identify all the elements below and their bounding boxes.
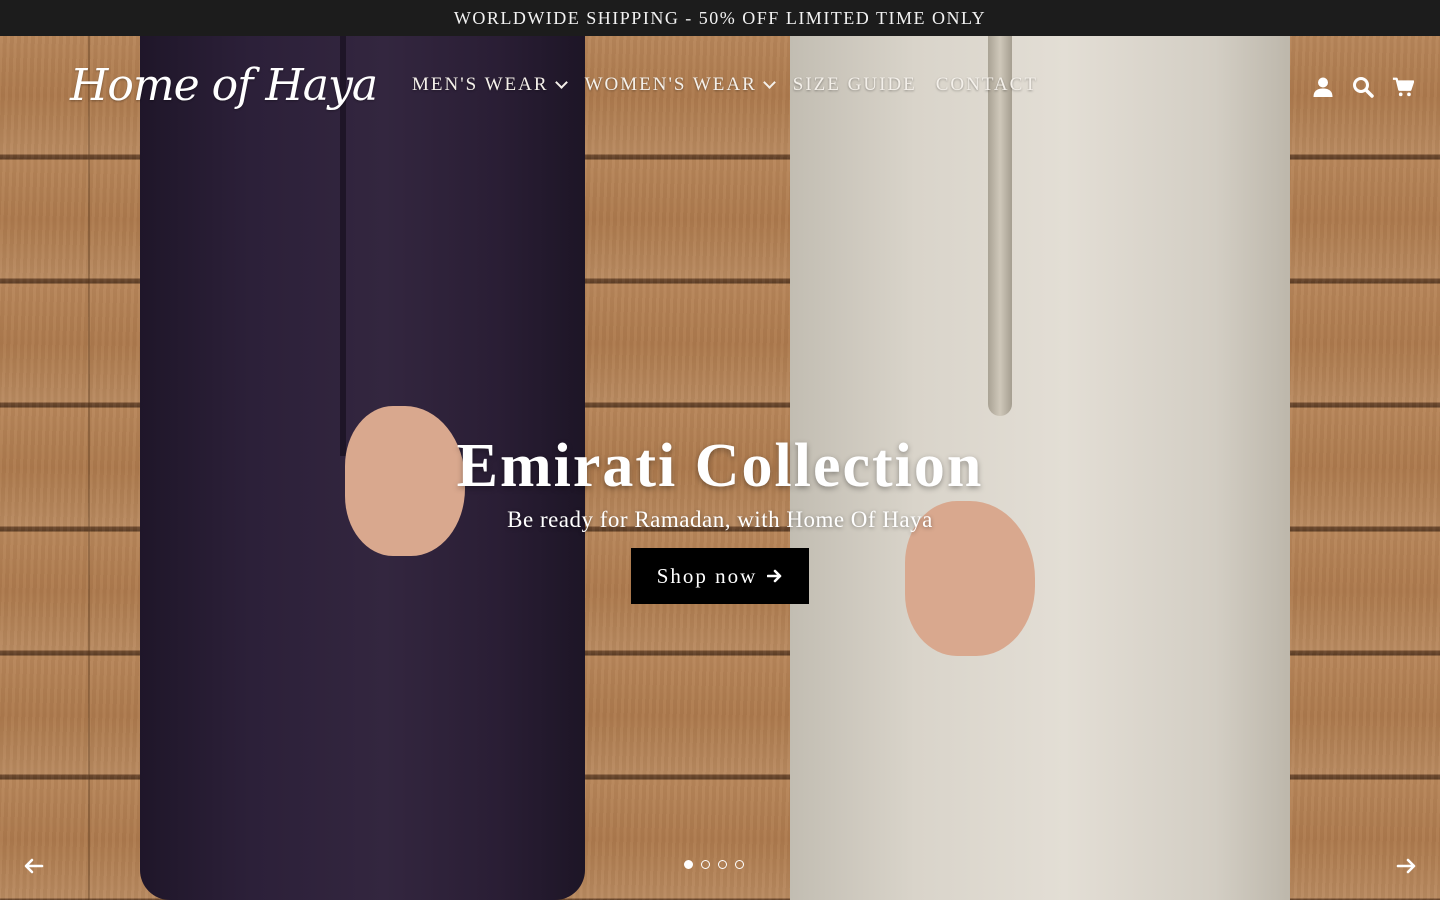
site-header: Home of Haya MEN'S WEAR WOMEN'S WEAR SIZ… (0, 36, 1440, 136)
logo[interactable]: Home of Haya (70, 54, 378, 118)
nav-item-mens-wear[interactable]: MEN'S WEAR (412, 74, 568, 96)
slide-dot-3[interactable] (718, 860, 727, 869)
nav-item-contact[interactable]: CONTACT (936, 74, 1038, 96)
chevron-down-icon (554, 76, 568, 89)
nav-label: WOMEN'S WEAR (584, 74, 757, 95)
hero-subtitle: Be ready for Ramadan, with Home Of Haya (507, 507, 933, 532)
slide-dot-1[interactable] (684, 860, 693, 869)
hero-content: Emirati Collection Be ready for Ramadan,… (0, 428, 1440, 604)
nav-item-womens-wear[interactable]: WOMEN'S WEAR (584, 74, 776, 96)
chevron-down-icon (762, 76, 776, 89)
arrow-right-icon (767, 569, 782, 583)
announcement-bar: WORLDWIDE SHIPPING - 50% OFF LIMITED TIM… (0, 0, 1440, 36)
arrow-right-icon[interactable] (1392, 852, 1420, 880)
nav-item-size-guide[interactable]: SIZE GUIDE (793, 74, 917, 96)
hero-title: Emirati Collection (456, 432, 984, 500)
user-icon[interactable] (1312, 76, 1334, 98)
slide-dots (684, 860, 744, 869)
slide-dot-4[interactable] (735, 860, 744, 869)
announcement-text: WORLDWIDE SHIPPING - 50% OFF LIMITED TIM… (453, 7, 987, 28)
arrow-left-icon[interactable] (20, 852, 48, 880)
cart-icon[interactable] (1392, 76, 1414, 98)
nav-label: MEN'S WEAR (412, 74, 549, 95)
hero-slideshow: Emirati Collection Be ready for Ramadan,… (0, 36, 1440, 900)
search-icon[interactable] (1352, 76, 1374, 98)
nav-label: SIZE GUIDE (792, 74, 917, 95)
nav-label: CONTACT (935, 74, 1038, 95)
main-nav: MEN'S WEAR WOMEN'S WEAR SIZE GUIDE CONTA… (412, 74, 1057, 96)
shop-now-label: Shop now (656, 563, 758, 588)
shop-now-button[interactable]: Shop now (630, 548, 810, 604)
header-icons (1312, 76, 1414, 98)
slide-dot-2[interactable] (701, 860, 710, 869)
